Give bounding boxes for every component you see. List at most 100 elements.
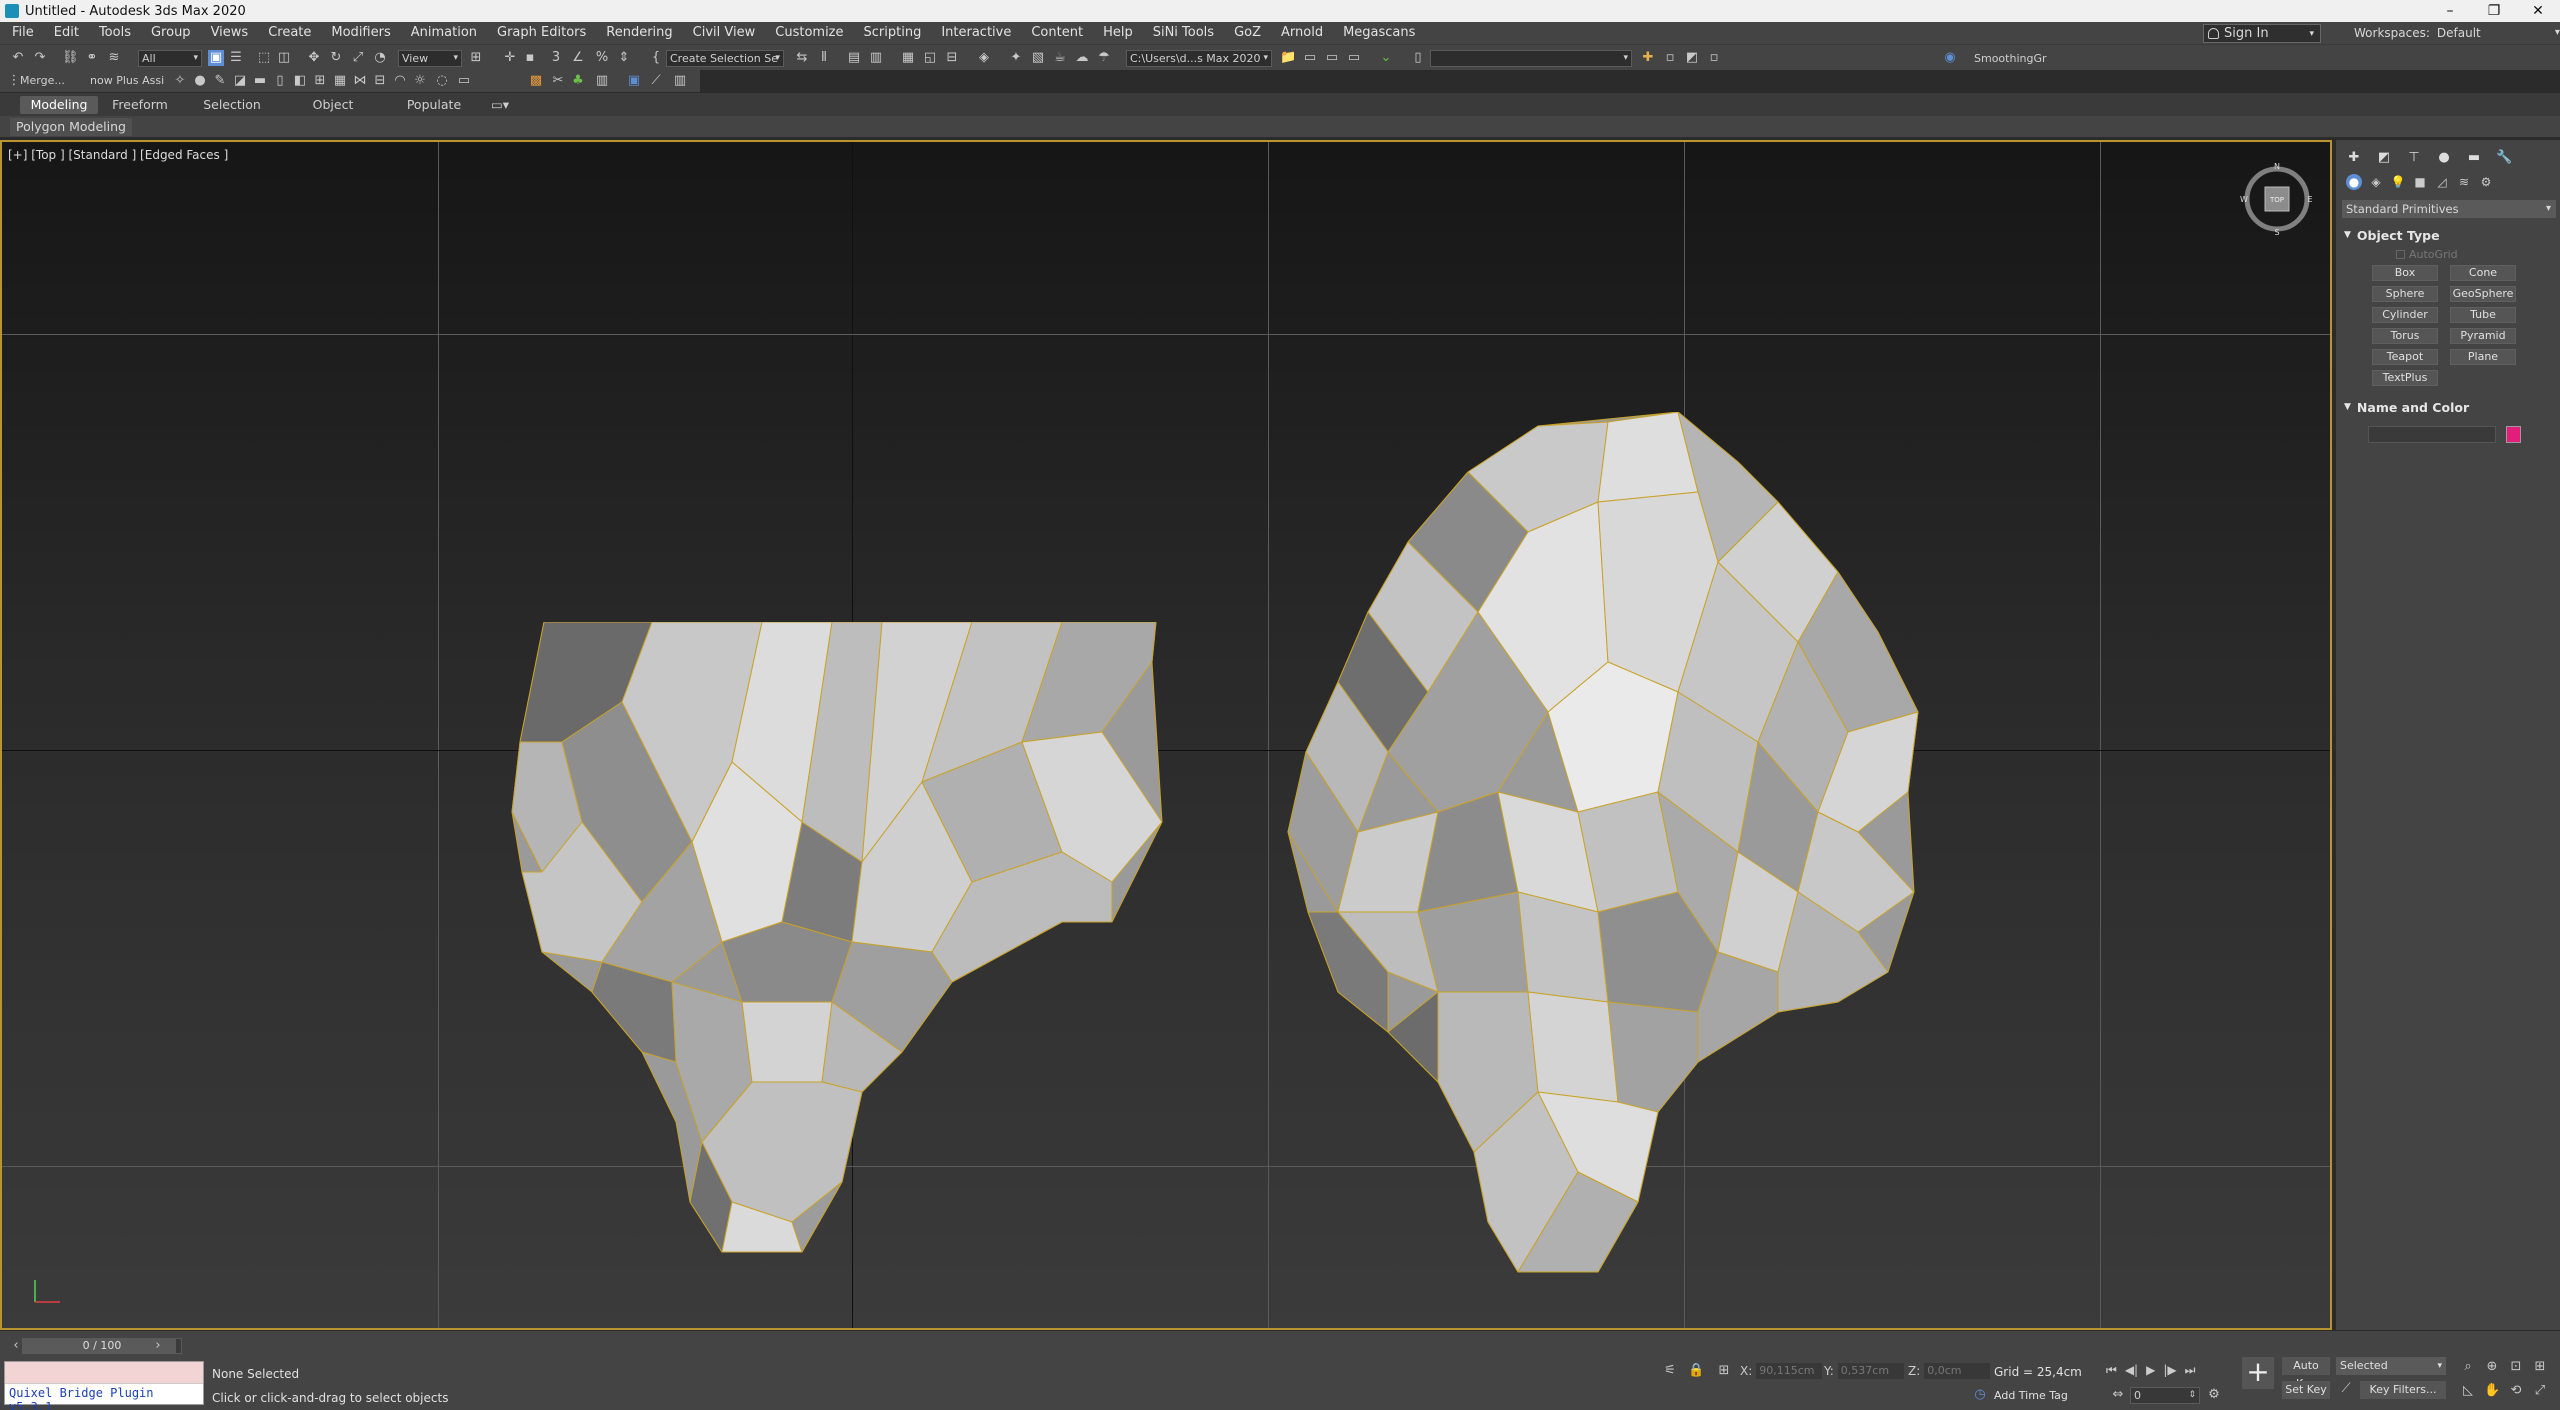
reference-coordinate-dropdown[interactable]: View ▾	[398, 50, 462, 67]
y-field[interactable]: 0,537cm	[1837, 1363, 1904, 1379]
zoom-icon[interactable]: ⌕	[2460, 1359, 2476, 1375]
shapes-icon[interactable]: ◈	[2368, 174, 2384, 190]
angle-snap-icon[interactable]: ∠	[570, 50, 586, 66]
absolute-mode-icon[interactable]: ⊞	[1716, 1363, 1732, 1379]
redo-icon[interactable]: ↷	[32, 50, 48, 66]
spinner-snap-icon[interactable]: ⇕	[616, 50, 632, 66]
goto-end-icon[interactable]: ⏭	[2185, 1363, 2196, 1378]
light-icon[interactable]: ✧	[172, 73, 188, 89]
primitive-category-dropdown[interactable]: Standard Primitives	[2342, 200, 2556, 218]
tab-selection[interactable]: Selection	[198, 96, 266, 114]
utilities-tab-icon[interactable]: 🔧	[2496, 150, 2512, 166]
tab-populate[interactable]: Populate	[404, 96, 464, 114]
lights-icon[interactable]: 💡	[2390, 174, 2406, 190]
floor-icon[interactable]: ▬	[252, 73, 268, 89]
pan-icon[interactable]: ✋	[2484, 1383, 2500, 1399]
paint-icon[interactable]: ✎	[212, 73, 228, 89]
menu-file[interactable]: File	[0, 22, 44, 44]
z-field[interactable]: 0,0cm	[1924, 1363, 1991, 1379]
motion-tab-icon[interactable]: ●	[2436, 150, 2452, 166]
goto-start-icon[interactable]: ⏮	[2106, 1363, 2117, 1378]
mirror-icon[interactable]: ⇆	[794, 50, 810, 66]
layer-explorer-icon[interactable]: ▥	[868, 50, 884, 66]
menu-customize[interactable]: Customize	[765, 22, 853, 44]
menu-create[interactable]: Create	[258, 22, 321, 44]
menu-sini-tools[interactable]: SiNi Tools	[1143, 22, 1224, 44]
menu-views[interactable]: Views	[201, 22, 259, 44]
named-selection-set-dropdown[interactable]: Create Selection Se ▾	[666, 50, 784, 67]
auto-key-button[interactable]: Auto Key	[2282, 1357, 2330, 1390]
project-path-dropdown[interactable]: C:\Users\d...s Max 2020 ▾	[1126, 50, 1272, 67]
key-filters-button[interactable]: Key Filters...	[2360, 1381, 2446, 1399]
low-poly-mesh-left[interactable]	[502, 622, 1182, 1282]
array-icon[interactable]: ⋈	[352, 73, 368, 89]
viewcube[interactable]: TOP N S E W	[2240, 162, 2314, 236]
scene-explorer-icon[interactable]: ▤	[846, 50, 862, 66]
selection-filter-dropdown[interactable]: All ▾	[138, 50, 202, 67]
object-color-swatch[interactable]	[2506, 426, 2521, 443]
selection-lock-icon[interactable]: 🔒	[1688, 1363, 1704, 1379]
cone-button[interactable]: Cone	[2450, 265, 2516, 281]
table-icon[interactable]: ▥	[594, 73, 610, 89]
menu-edit[interactable]: Edit	[44, 22, 89, 44]
menu-animation[interactable]: Animation	[401, 22, 487, 44]
snaps-toggle-icon[interactable]: 3	[548, 50, 564, 66]
wall-icon[interactable]: ▦	[332, 73, 348, 89]
plane-button[interactable]: Plane	[2450, 349, 2516, 365]
key-mode-dropdown[interactable]: Selected	[2336, 1357, 2446, 1375]
maximize-viewport-icon[interactable]: ⤢	[2532, 1383, 2548, 1399]
open-folder-icon[interactable]: ▭	[1302, 50, 1318, 66]
move-icon[interactable]: ✥	[306, 50, 322, 66]
menu-help[interactable]: Help	[1093, 22, 1143, 44]
cameras-icon[interactable]: ■	[2412, 174, 2428, 190]
expand-toolbar-icon[interactable]: ⌄	[1378, 50, 1394, 66]
link-icon[interactable]: ⊟	[372, 73, 388, 89]
merge-button[interactable]: Merge...	[20, 74, 65, 87]
columns-icon[interactable]: ▥	[672, 73, 688, 89]
x-field[interactable]: 90,115cm	[1756, 1363, 1823, 1379]
set-key-button[interactable]: Set Key	[2282, 1381, 2330, 1399]
workspaces-select[interactable]: Default	[2433, 24, 2560, 42]
goz-icon[interactable]: ◉	[1942, 50, 1958, 66]
sun-icon[interactable]: ☼	[412, 73, 428, 89]
render-iterative-icon[interactable]: ☁	[1074, 50, 1090, 66]
menu-tools[interactable]: Tools	[89, 22, 141, 44]
window-icon[interactable]: ◧	[292, 73, 308, 89]
plugin-icon-2[interactable]: ▫	[1662, 50, 1678, 66]
autogrid-checkbox[interactable]: AutoGrid	[2396, 248, 2560, 261]
tube-button[interactable]: Tube	[2450, 307, 2516, 323]
align-icon[interactable]: ⫴	[816, 50, 832, 66]
hierarchy-tab-icon[interactable]: ⊤	[2406, 150, 2422, 166]
edit-named-selection-icon[interactable]: {	[648, 50, 664, 66]
curve-editor-icon[interactable]: ◱	[922, 50, 938, 66]
object-name-field[interactable]	[2368, 426, 2496, 443]
modify-tab-icon[interactable]: ◩	[2376, 150, 2392, 166]
low-poly-mesh-right[interactable]	[1278, 412, 1938, 1282]
smoothing-groups-label[interactable]: SmoothingGr	[1974, 52, 2047, 65]
render-cloud-icon[interactable]: ☂	[1096, 50, 1112, 66]
placement-icon[interactable]: ◔	[372, 50, 388, 66]
menu-content[interactable]: Content	[1021, 22, 1093, 44]
sphere-button[interactable]: Sphere	[2372, 286, 2438, 302]
rectangular-selection-icon[interactable]: ⬚	[256, 50, 272, 66]
toolbar-empty-dropdown[interactable]: ▾	[1430, 50, 1632, 67]
rendered-frame-window-icon[interactable]: ▧	[1030, 50, 1046, 66]
name-color-rollout-header[interactable]: ▼ Name and Color	[2342, 398, 2556, 416]
next-key-icon[interactable]: |▶	[2163, 1363, 2176, 1378]
bind-space-warp-icon[interactable]: ≋	[106, 50, 122, 66]
select-manipulate-icon[interactable]: ✛	[502, 50, 518, 66]
select-link-icon[interactable]: ⛓	[62, 50, 79, 66]
isolate-selection-icon[interactable]: ⚟	[1662, 1363, 1678, 1379]
helpers-icon[interactable]: ◿	[2434, 174, 2450, 190]
geosphere-button[interactable]: GeoSphere	[2450, 286, 2516, 302]
terrain-icon[interactable]: ▩	[528, 73, 544, 89]
dot-icon[interactable]: ●	[192, 73, 208, 89]
viewport-label[interactable]: [+] [Top ] [Standard ] [Edged Faces ]	[8, 148, 228, 162]
key-tangent-icon[interactable]: ⟋	[2338, 1381, 2354, 1397]
door-icon[interactable]: ▯	[272, 73, 288, 89]
menu-arnold[interactable]: Arnold	[1271, 22, 1333, 44]
render-setup-icon[interactable]: ✦	[1008, 50, 1024, 66]
display-tab-icon[interactable]: ▬	[2466, 150, 2482, 166]
now-plus-assist-button[interactable]: now Plus Assi	[90, 74, 164, 87]
create-tab-icon[interactable]: ✚	[2346, 150, 2362, 166]
